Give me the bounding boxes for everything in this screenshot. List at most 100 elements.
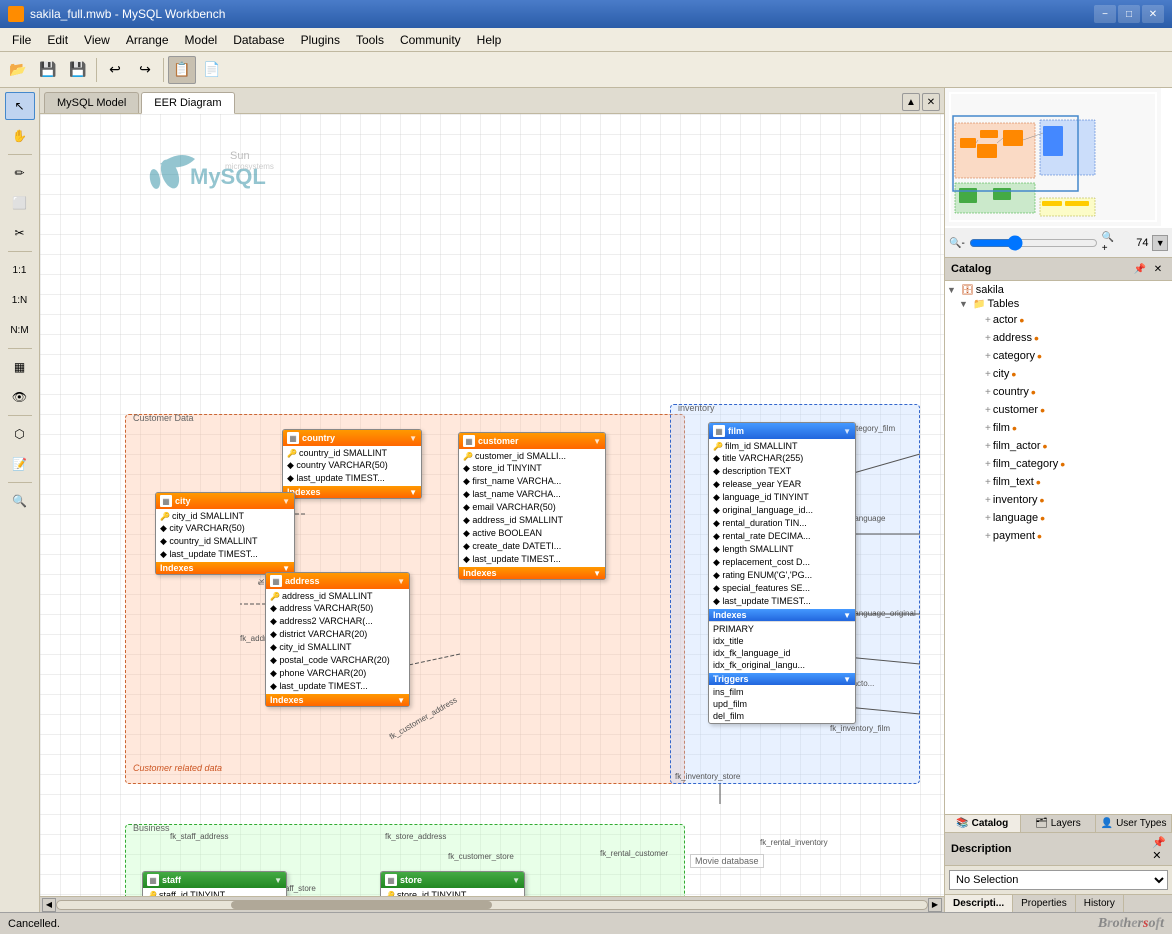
catalog-pin-btn[interactable]: 📌 [1132,261,1148,277]
table-customer[interactable]: ▦ customer ▼ 🔑customer_id SMALLI... ◆ st… [458,432,606,580]
scroll-right-btn[interactable]: ▶ [928,898,942,912]
tree-table-name: film_category [993,458,1058,470]
tree-table-address[interactable]: + address • [947,329,1170,347]
menu-community[interactable]: Community [392,31,469,49]
zoom-tool[interactable]: 🔍 [5,487,35,515]
toolbar-separator-2 [163,58,164,82]
catalog-panel: Catalog 📌 ✕ ▼ 🗄 sakila ▼ 📁 Tables [945,258,1172,832]
select-tool[interactable]: ↖ [5,92,35,120]
right-panel: 🔍- 🔍+ 74 ▼ Catalog 📌 ✕ ▼ 🗄 [944,88,1172,912]
tab-mysql-model[interactable]: MySQL Model [44,92,139,113]
table-staff[interactable]: ▦ staff ▼ 🔑staff_id TINYINT ◆ first_name… [142,871,287,896]
table-address[interactable]: ▦ address ▼ 🔑address_id SMALLINT ◆ addre… [265,572,410,707]
tree-table-city[interactable]: + city • [947,365,1170,383]
table-tool[interactable]: ▦ [5,353,35,381]
tree-table-customer[interactable]: + customer • [947,401,1170,419]
tree-table-film-category[interactable]: + film_category • [947,455,1170,473]
cat-tab-catalog[interactable]: 📚 Catalog [945,815,1021,832]
tree-table-inventory[interactable]: + inventory • [947,491,1170,509]
rect-tool[interactable]: ⬜ [5,189,35,217]
tree-table-name: category [993,350,1035,362]
table-store[interactable]: ▦ store ▼ 🔑store_id TINYINT ◆ manager_st… [380,871,525,896]
scroll-track[interactable] [56,900,928,910]
table-city[interactable]: ▦ city ▼ 🔑city_id SMALLINT ◆ city VARCHA… [155,492,295,575]
fk-customer-store: fk_customer_store [448,852,514,861]
tree-table-category[interactable]: + category • [947,347,1170,365]
status-message: Cancelled. [8,918,60,930]
tree-table-name: customer [993,404,1038,416]
hand-tool[interactable]: ✋ [5,122,35,150]
mini-map-canvas[interactable] [945,88,1172,228]
menu-view[interactable]: View [76,31,118,49]
tree-table-film-text[interactable]: + film_text • [947,473,1170,491]
zoom-in-icon[interactable]: 🔍+ [1102,232,1120,254]
tree-table-payment[interactable]: + payment • [947,527,1170,545]
note-tool[interactable]: 📝 [5,450,35,478]
tree-table-language[interactable]: + language • [947,509,1170,527]
menu-model[interactable]: Model [177,31,226,49]
tree-table-name: address [993,332,1032,344]
fk-inventory-film: fk_inventory_film [830,724,890,733]
catalog-tree: ▼ 🗄 sakila ▼ 📁 Tables + actor • [945,281,1172,814]
lt-sep-5 [8,482,32,483]
desc-pin-btn[interactable]: 📌 [1152,836,1166,849]
redo-button[interactable]: ↪ [131,56,159,84]
draw-tool[interactable]: ✏ [5,159,35,187]
toggle-button-1[interactable]: 📋 [168,56,196,84]
tree-table-name: film_text [993,476,1034,488]
toggle-button-2[interactable]: 📄 [198,56,226,84]
open-button[interactable]: 📂 [4,56,32,84]
table-film[interactable]: ▦ film ▼ 🔑film_id SMALLINT ◆ title VARCH… [708,422,856,724]
tree-table-actor[interactable]: + actor • [947,311,1170,329]
fk-rental-inventory: fk_rental_inventory [760,838,828,847]
menu-edit[interactable]: Edit [39,31,76,49]
layer-tool[interactable]: ⬡ [5,420,35,448]
maximize-button[interactable]: □ [1118,5,1140,23]
tree-tables-folder[interactable]: ▼ 📁 Tables [947,297,1170,311]
menu-tools[interactable]: Tools [348,31,392,49]
relation-1-tool[interactable]: 1:1 [5,256,35,284]
canvas-horizontal-scrollbar[interactable]: ◀ ▶ [40,896,944,912]
bottom-tabs: Descripti... Properties History [945,894,1172,912]
cat-tab-layers[interactable]: 🗂 Layers [1021,815,1097,832]
relation-m-tool[interactable]: N:M [5,316,35,344]
desc-close-btn[interactable]: ✕ [1152,849,1166,862]
zoom-dropdown[interactable]: ▼ [1152,235,1168,251]
bottom-tab-properties[interactable]: Properties [1013,895,1076,912]
tree-table-film-actor[interactable]: + film_actor • [947,437,1170,455]
menu-plugins[interactable]: Plugins [293,31,348,49]
relation-n-tool[interactable]: 1:N [5,286,35,314]
bottom-tab-history[interactable]: History [1076,895,1124,912]
tab-eer-diagram[interactable]: EER Diagram [141,92,234,114]
bottom-tab-description[interactable]: Descripti... [945,895,1013,912]
tab-nav-up[interactable]: ▲ [902,93,920,111]
undo-button[interactable]: ↩ [101,56,129,84]
tree-table-film[interactable]: + film • [947,419,1170,437]
no-selection-dropdown[interactable]: No Selection [949,870,1168,890]
tree-root[interactable]: ▼ 🗄 sakila [947,283,1170,297]
menu-database[interactable]: Database [225,31,292,49]
save-button[interactable]: 💾 [34,56,62,84]
table-country[interactable]: ▦ country ▼ 🔑country_id SMALLINT ◆ count… [282,429,422,499]
save-as-button[interactable]: 💾 [64,56,92,84]
view-tool[interactable]: 👁 [5,383,35,411]
close-button[interactable]: ✕ [1142,5,1164,23]
zoom-slider[interactable] [969,236,1098,250]
scroll-thumb[interactable] [231,901,492,909]
menu-file[interactable]: File [4,31,39,49]
tree-table-country[interactable]: + country • [947,383,1170,401]
scroll-left-btn[interactable]: ◀ [42,898,56,912]
canvas-wrapper: MySQL Model EER Diagram ▲ ✕ MySQL [40,88,944,912]
catalog-close-btn[interactable]: ✕ [1150,261,1166,277]
tab-close-btn[interactable]: ✕ [922,93,940,111]
menu-bar: File Edit View Arrange Model Database Pl… [0,28,1172,52]
region-customer-sublabel: Customer related data [130,762,225,774]
menu-arrange[interactable]: Arrange [118,31,177,49]
zoom-out-icon[interactable]: 🔍- [949,238,965,249]
cat-tab-user-types[interactable]: 👤 User Types [1096,815,1172,832]
minimize-button[interactable]: − [1094,5,1116,23]
main-toolbar: 📂 💾 💾 ↩ ↪ 📋 📄 [0,52,1172,88]
erase-tool[interactable]: ✂ [5,219,35,247]
menu-help[interactable]: Help [469,31,510,49]
eer-canvas[interactable]: MySQL Sun microsystems Customer Data Cus… [40,114,944,896]
